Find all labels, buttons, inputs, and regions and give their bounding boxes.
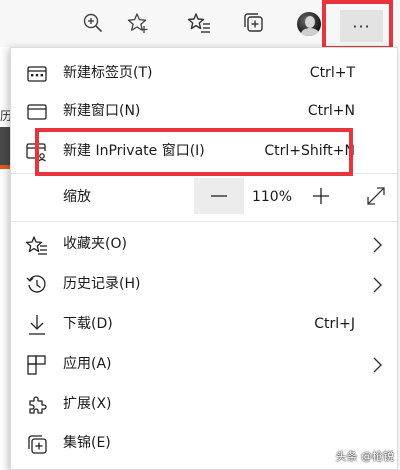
chevron-right-icon	[373, 357, 382, 373]
history-icon	[26, 274, 48, 296]
zoom-in-button[interactable]	[299, 178, 343, 214]
menu-zoom-row: 缩放 110%	[11, 175, 399, 217]
settings-menu: 新建标签页(T) Ctrl+T 新建窗口(N) Ctrl+N 新建 InPriv…	[10, 47, 399, 470]
more-button[interactable]: ···	[340, 10, 383, 42]
menu-item-label: 应用(A)	[63, 356, 112, 372]
collections-icon	[26, 433, 48, 455]
plus-icon	[313, 188, 329, 204]
watermark: 头条 @枪锐	[335, 450, 395, 463]
menu-item-label: 下载(D)	[63, 316, 113, 332]
profile-avatar[interactable]	[297, 12, 321, 36]
menu-item-label: 集锦(E)	[63, 435, 111, 451]
apps-icon	[26, 354, 48, 376]
zoom-highlight-box	[35, 128, 353, 176]
fullscreen-icon	[367, 187, 385, 205]
menu-item-downloads[interactable]: 下载(D) Ctrl+J	[11, 304, 399, 344]
favorites-icon	[26, 234, 48, 256]
menu-item-shortcut: Ctrl+J	[314, 316, 355, 332]
menu-item-label: 新建标签页(T)	[63, 65, 153, 81]
zoom-level-value: 110%	[251, 189, 293, 205]
favorites-list-icon[interactable]	[182, 6, 216, 40]
extensions-icon	[26, 394, 48, 416]
menu-item-label: 新建窗口(N)	[63, 103, 141, 119]
new-tab-icon	[26, 63, 48, 85]
menu-item-new-tab[interactable]: 新建标签页(T) Ctrl+T	[11, 53, 399, 93]
minus-icon	[211, 195, 227, 197]
zoom-in-icon[interactable]	[76, 6, 110, 40]
menu-item-apps[interactable]: 应用(A)	[11, 344, 399, 384]
add-favorite-icon[interactable]	[121, 6, 155, 40]
browser-toolbar: ···	[0, 0, 400, 50]
menu-item-label: 扩展(X)	[63, 396, 112, 412]
more-button-highlight: ···	[322, 0, 393, 50]
collections-toolbar-icon[interactable]	[237, 6, 271, 40]
menu-item-shortcut: Ctrl+T	[309, 65, 355, 81]
menu-item-extensions[interactable]: 扩展(X)	[11, 384, 399, 424]
menu-item-new-window[interactable]: 新建窗口(N) Ctrl+N	[11, 91, 399, 131]
download-icon	[26, 314, 48, 336]
zoom-label: 缩放	[63, 189, 91, 205]
menu-item-history[interactable]: 历史记录(H)	[11, 264, 399, 304]
new-window-icon	[26, 101, 48, 123]
chevron-right-icon	[373, 237, 382, 253]
menu-item-shortcut: Ctrl+N	[307, 103, 355, 119]
menu-divider	[11, 221, 399, 222]
menu-item-favorites[interactable]: 收藏夹(O)	[11, 224, 399, 264]
menu-item-label: 收藏夹(O)	[63, 236, 127, 252]
more-ellipsis-icon: ···	[352, 16, 371, 36]
chevron-right-icon	[373, 277, 382, 293]
zoom-out-button[interactable]	[194, 178, 244, 214]
fullscreen-button[interactable]	[363, 184, 389, 208]
menu-item-label: 历史记录(H)	[63, 276, 141, 292]
